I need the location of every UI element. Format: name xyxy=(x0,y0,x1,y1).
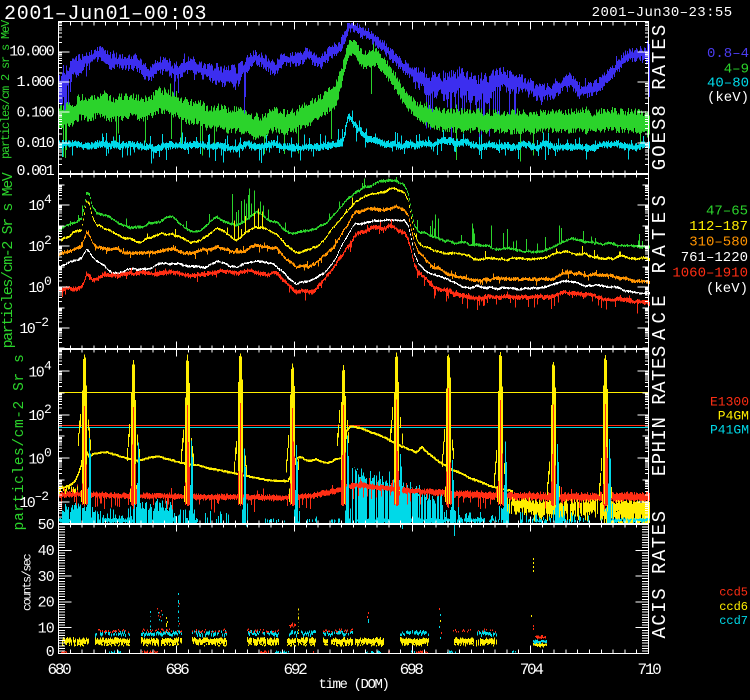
svg-text:ccd7: ccd7 xyxy=(719,614,748,628)
svg-text:10: 10 xyxy=(28,364,44,381)
svg-text:686: 686 xyxy=(166,661,190,679)
svg-text:10.000: 10.000 xyxy=(9,44,55,61)
svg-text:698: 698 xyxy=(400,661,424,679)
svg-text:710: 710 xyxy=(638,661,662,679)
svg-text:ccd5: ccd5 xyxy=(719,586,748,600)
svg-text:30: 30 xyxy=(38,569,55,586)
svg-text:40: 40 xyxy=(38,543,55,560)
svg-text:2001–Jun01–00:03: 2001–Jun01–00:03 xyxy=(4,3,207,26)
svg-text:0.100: 0.100 xyxy=(16,105,54,122)
svg-text:10: 10 xyxy=(19,495,35,512)
svg-text:0: 0 xyxy=(46,644,55,661)
svg-text:310–580: 310–580 xyxy=(689,235,748,251)
svg-text:0: 0 xyxy=(44,445,51,460)
svg-text:GOES8 RATES: GOES8 RATES xyxy=(649,23,671,170)
svg-text:2: 2 xyxy=(44,233,51,248)
svg-text:ACIS RATES: ACIS RATES xyxy=(649,509,671,638)
svg-text:10: 10 xyxy=(28,451,44,468)
svg-text:10: 10 xyxy=(28,408,44,425)
svg-text:761–1220: 761–1220 xyxy=(681,250,748,266)
svg-text:–2: –2 xyxy=(35,489,49,504)
svg-text:4: 4 xyxy=(44,358,52,373)
svg-text:10: 10 xyxy=(19,321,35,338)
svg-text:time (DOM): time (DOM) xyxy=(318,677,388,693)
svg-text:112–187: 112–187 xyxy=(689,219,748,235)
svg-text:680: 680 xyxy=(48,661,72,679)
svg-text:2001–Jun30–23:55: 2001–Jun30–23:55 xyxy=(592,5,733,21)
svg-text:0.8–4: 0.8–4 xyxy=(707,46,749,62)
svg-text:0.010: 0.010 xyxy=(16,135,54,152)
svg-text:ACE RATES: ACE RATES xyxy=(649,190,671,340)
svg-text:ccd6: ccd6 xyxy=(719,600,748,614)
svg-text:20: 20 xyxy=(38,595,55,612)
svg-text:E1300: E1300 xyxy=(710,394,749,409)
svg-text:10: 10 xyxy=(28,280,44,297)
svg-text:10: 10 xyxy=(28,239,44,256)
svg-text:EPHIN RATES: EPHIN RATES xyxy=(649,345,671,476)
svg-text:counts/sec: counts/sec xyxy=(21,554,35,611)
svg-text:692: 692 xyxy=(284,661,308,679)
svg-text:particles/cm-2 Sr s MeV: particles/cm-2 Sr s MeV xyxy=(0,172,17,348)
svg-text:0: 0 xyxy=(44,274,51,289)
svg-text:2: 2 xyxy=(44,402,51,417)
svg-text:P41GM: P41GM xyxy=(710,423,749,438)
svg-text:particles/cm 2 sr s MeV: particles/cm 2 sr s MeV xyxy=(0,19,13,159)
svg-text:4: 4 xyxy=(44,192,52,207)
svg-text:1.000: 1.000 xyxy=(16,74,54,91)
svg-text:10: 10 xyxy=(28,198,44,215)
svg-text:10: 10 xyxy=(38,621,55,638)
svg-text:–2: –2 xyxy=(35,315,49,330)
svg-text:P4GM: P4GM xyxy=(718,409,749,424)
svg-text:50: 50 xyxy=(38,517,55,534)
svg-text:1060–1910: 1060–1910 xyxy=(672,266,748,282)
svg-text:(keV): (keV) xyxy=(707,90,749,106)
svg-text:(keV): (keV) xyxy=(706,281,748,297)
svg-text:704: 704 xyxy=(520,661,544,679)
svg-text:47–65: 47–65 xyxy=(706,204,748,220)
svg-text:0.001: 0.001 xyxy=(16,163,54,180)
